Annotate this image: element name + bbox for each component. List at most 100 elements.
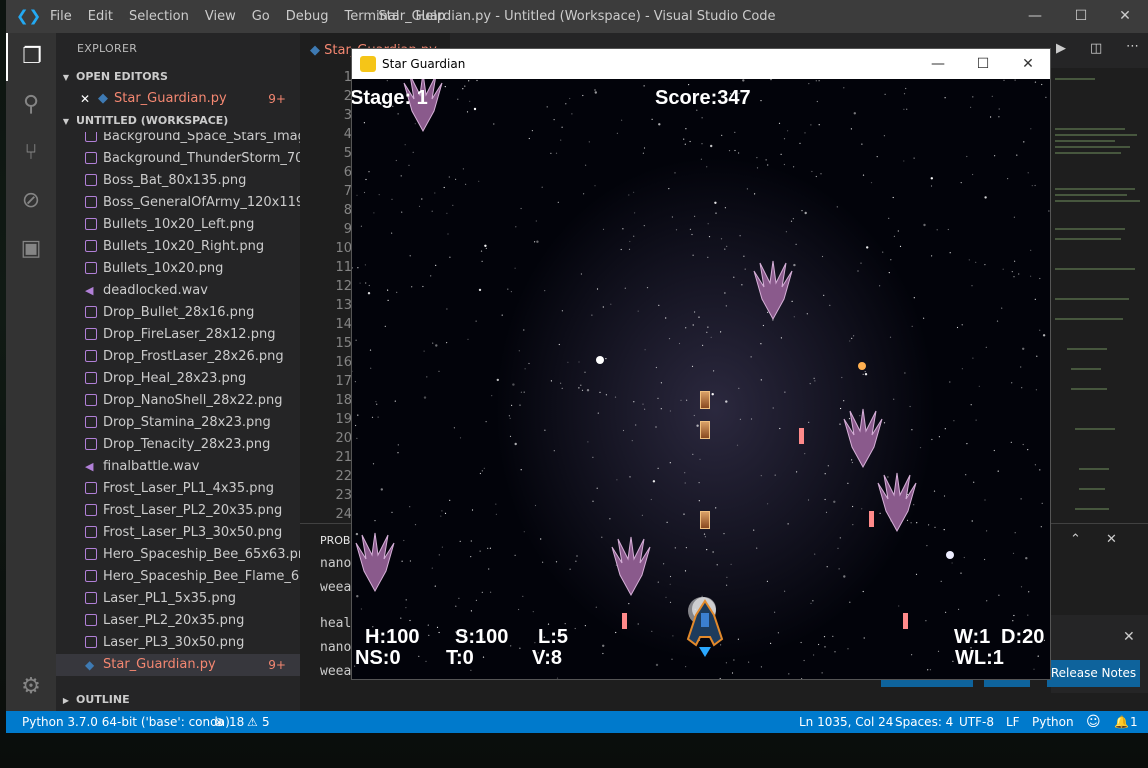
line-number: 5 [343, 146, 352, 161]
end-of-line[interactable]: LF [1006, 711, 1020, 733]
hud-health: H:100 [365, 626, 420, 648]
maximize-button[interactable]: ☐ [1058, 0, 1104, 33]
file-name: Bullets_10x20.png [103, 261, 224, 276]
file-item[interactable]: Drop_Stamina_28x23.png [56, 412, 300, 434]
file-item[interactable]: Background_Space_Stars_Image... [56, 132, 300, 148]
game-window[interactable]: Star Guardian — ☐ ✕ Stage: 1 Score:347 H… [352, 49, 1050, 679]
file-item[interactable]: Laser_PL1_5x35.png [56, 588, 300, 610]
line-number: 18 [335, 393, 352, 408]
line-number: 21 [335, 450, 352, 465]
run-icon[interactable]: ▶ [1056, 41, 1066, 56]
split-editor-icon[interactable]: ◫ [1090, 41, 1102, 56]
image-file-icon [85, 372, 97, 384]
open-editor-name: Star_Guardian.py [114, 91, 227, 106]
file-item[interactable]: Drop_Bullet_28x16.png [56, 302, 300, 324]
minimize-button[interactable]: — [1012, 0, 1058, 33]
warning-count[interactable]: 5 [262, 711, 270, 733]
file-item[interactable]: Laser_PL2_20x35.png [56, 610, 300, 632]
maximize-panel-icon[interactable]: ⌃ [1070, 532, 1081, 547]
error-count[interactable]: 18 [229, 711, 244, 733]
file-item[interactable]: Hero_Spaceship_Bee_65x63.png [56, 544, 300, 566]
language-mode[interactable]: Python [1032, 711, 1074, 733]
line-number: 23 [335, 488, 352, 503]
image-file-icon [85, 152, 97, 164]
file-name: Drop_Stamina_28x23.png [103, 415, 271, 430]
feedback-smiley-icon[interactable]: ☺ [1086, 711, 1101, 733]
file-item[interactable]: Drop_Heal_28x23.png [56, 368, 300, 390]
bell-icon[interactable]: 🔔 [1114, 711, 1129, 733]
image-file-icon [85, 636, 97, 648]
line-number: 14 [335, 317, 352, 332]
hud-score: Score:347 [655, 87, 751, 109]
file-item[interactable]: Bullets_10x20_Left.png [56, 214, 300, 236]
file-item[interactable]: Drop_FrostLaser_28x26.png [56, 346, 300, 368]
game-minimize-button[interactable]: — [915, 49, 961, 79]
file-tree: Background_Space_Stars_Image... Backgroun… [56, 132, 300, 682]
line-number: 24 [335, 507, 352, 522]
image-file-icon [85, 196, 97, 208]
more-actions-icon[interactable]: ⋯ [1126, 39, 1139, 54]
file-item[interactable]: Drop_FireLaser_28x12.png [56, 324, 300, 346]
explorer-title: EXPLORER [77, 42, 138, 55]
file-item[interactable]: Background_ThunderStorm_700... [56, 148, 300, 170]
close-button[interactable]: ✕ [1102, 0, 1148, 33]
file-item[interactable]: ◀ finalbattle.wav [56, 456, 300, 478]
extensions-icon[interactable]: ▣ [6, 225, 56, 273]
file-item[interactable]: Bullets_10x20.png [56, 258, 300, 280]
file-item[interactable]: Hero_Spaceship_Bee_Flame_65x... [56, 566, 300, 588]
python-interpreter[interactable]: Python 3.7.0 64-bit ('base': conda) [22, 711, 230, 733]
workspace-label: UNTITLED (WORKSPACE) [76, 114, 229, 127]
outline-header[interactable]: ▶ OUTLINE [56, 689, 300, 711]
close-editor-icon[interactable]: ✕ [80, 88, 90, 110]
settings-gear-icon[interactable]: ⚙ [6, 663, 56, 711]
image-file-icon [85, 570, 97, 582]
file-item[interactable]: Frost_Laser_PL2_20x35.png [56, 500, 300, 522]
audio-file-icon: ◀ [85, 460, 94, 473]
indentation[interactable]: Spaces: 4 [895, 711, 953, 733]
file-item[interactable]: Bullets_10x20_Right.png [56, 236, 300, 258]
file-item[interactable]: Frost_Laser_PL1_4x35.png [56, 478, 300, 500]
file-problems: 9+ [268, 658, 286, 672]
line-number: 11 [335, 260, 352, 275]
debug-icon[interactable]: ⊘ [6, 177, 56, 225]
source-control-icon[interactable]: ⑂ [6, 129, 56, 177]
file-item[interactable]: Boss_Bat_80x135.png [56, 170, 300, 192]
enemy-bat-ship [753, 260, 793, 321]
cursor-position[interactable]: Ln 1035, Col 24 [799, 711, 893, 733]
game-close-button[interactable]: ✕ [1005, 49, 1051, 79]
encoding[interactable]: UTF-8 [959, 711, 994, 733]
close-panel-icon[interactable]: ✕ [1106, 532, 1117, 547]
file-item[interactable]: Drop_NanoShell_28x22.png [56, 390, 300, 412]
explorer-icon[interactable]: ❐ [6, 33, 56, 81]
drop-item [700, 421, 710, 439]
game-title-bar: Star Guardian — ☐ ✕ [352, 49, 1050, 79]
line-numbers: 1 2 3 4 5 6 7 8 9 10 11 12 13 14 15 16 17 18 19 20 21 22 23 24 [300, 68, 360, 523]
enemy-bat-ship [843, 408, 883, 469]
workspace-header[interactable]: ▼ UNTITLED (WORKSPACE) [56, 110, 300, 132]
game-canvas[interactable]: Stage: 1 Score:347 H:100 S:100 L:5 NS:0 … [352, 79, 1050, 679]
file-item[interactable]: Drop_Tenacity_28x23.png [56, 434, 300, 456]
close-notification-icon[interactable]: ✕ [1123, 629, 1135, 645]
hero-spaceship [686, 597, 724, 657]
enemy-bullet [869, 511, 874, 527]
minimap[interactable] [1051, 68, 1148, 523]
outline-label: OUTLINE [76, 693, 130, 706]
line-number: 16 [335, 355, 352, 370]
file-item[interactable]: Laser_PL3_30x50.png [56, 632, 300, 654]
open-editor-item[interactable]: ✕ ◆ Star_Guardian.py 9+ [56, 88, 300, 110]
image-file-icon [85, 394, 97, 406]
search-icon[interactable]: ⚲ [6, 81, 56, 129]
game-maximize-button[interactable]: ☐ [960, 49, 1006, 79]
image-file-icon [85, 416, 97, 428]
python-file-icon: ◆ [310, 43, 325, 58]
file-item[interactable]: ◆ Star_Guardian.py 9+ [56, 654, 300, 676]
file-item[interactable]: Frost_Laser_PL3_30x50.png [56, 522, 300, 544]
line-number: 8 [343, 203, 352, 218]
file-item[interactable]: Boss_GeneralOfArmy_120x119.p... [56, 192, 300, 214]
line-number: 7 [343, 184, 352, 199]
image-file-icon [85, 350, 97, 362]
file-name: Boss_GeneralOfArmy_120x119.p... [103, 195, 300, 210]
open-editors-header[interactable]: ▼ OPEN EDITORS [56, 66, 300, 88]
file-item[interactable]: ◀ deadlocked.wav [56, 280, 300, 302]
release-notes-button[interactable]: Release Notes [1047, 660, 1140, 687]
